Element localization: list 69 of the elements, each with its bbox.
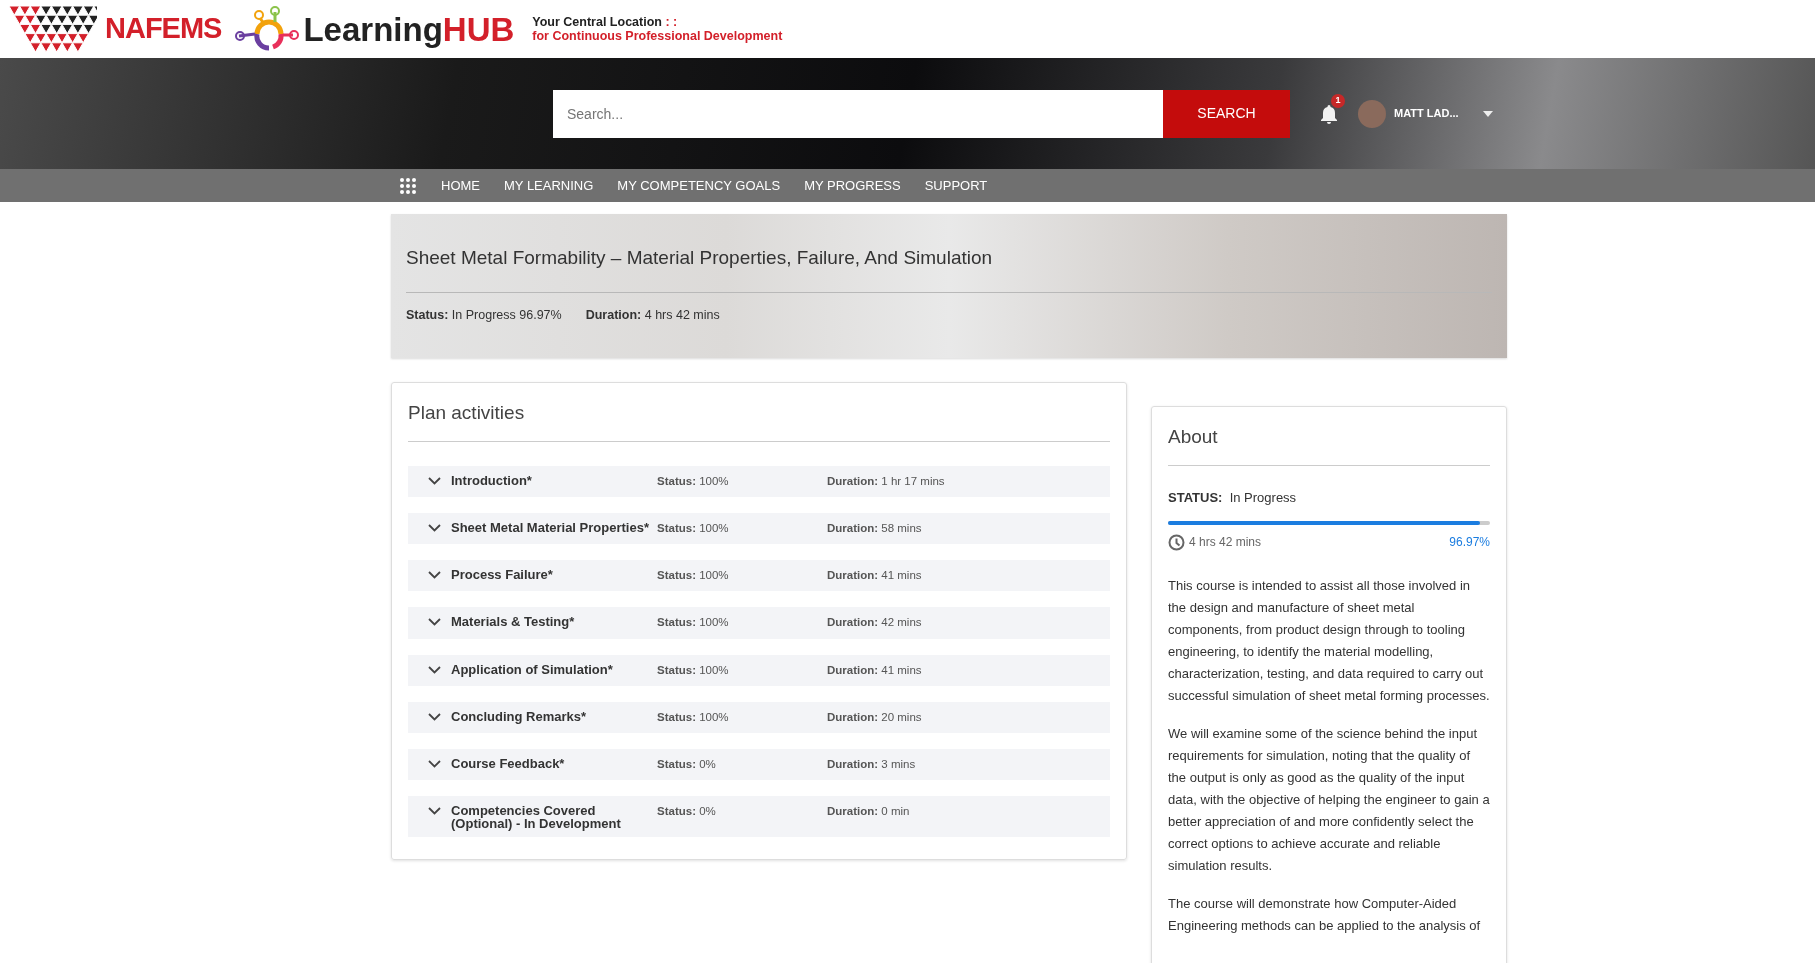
activity-status: Status: 0% [657, 757, 717, 772]
description-paragraph: We will examine some of the science behind the input requirements for simulation, noting that the quality of the output is only as good as the quality of the input data, with the objective of helping the engineer to gain a better appreciation of and more confidently select the correct options to achieve accurate and reliable simulation results. [1168, 725, 1490, 875]
activity-status: Status: 100% [657, 520, 730, 536]
chevron-down-icon[interactable] [428, 807, 441, 816]
activity-status: Status: 100% [657, 709, 730, 725]
about-status: STATUS: In Progress [1168, 488, 1298, 507]
notification-bell-icon[interactable] [1320, 104, 1338, 125]
card-title: Plan activities [408, 401, 526, 425]
activity-duration: Duration: 0 min [827, 804, 910, 820]
brand-name: NAFEMS [105, 11, 222, 47]
nav-link[interactable]: MY LEARNING [504, 175, 594, 196]
activity-status: Status: 100% [657, 662, 730, 678]
course-duration: Duration: 4 hrs 42 mins [585, 306, 720, 324]
activity-duration: Duration: 41 mins [827, 568, 922, 583]
activity-row[interactable]: Concluding Remarks* Status: 100% Duration: 20 mins [408, 701, 1110, 733]
nav-link[interactable]: HOME [441, 175, 480, 196]
notification-count: 1 [1331, 93, 1345, 108]
activity-status: Status: 100% [657, 615, 730, 631]
activity-row[interactable]: Application of Simulation* Status: 100% Duration: 41 mins [408, 654, 1110, 686]
activity-name: Sheet Metal Material Properties* [451, 519, 650, 534]
activity-duration: Duration: 42 mins [827, 615, 922, 631]
activity-duration: Duration: 58 mins [827, 520, 922, 536]
search-field[interactable]: Search... [553, 89, 1163, 138]
activity-row[interactable]: Course Feedback* Status: 0% Duration: 3 mins [408, 749, 1110, 781]
learning-hub-logo-text: LearningHUB [303, 12, 515, 46]
clock-icon [1168, 533, 1185, 551]
caret-icon[interactable] [1482, 110, 1493, 117]
course-title: Sheet Metal Formability – Material Properties, Failure, And Simulation [406, 246, 994, 270]
molecule-logo-icon [235, 6, 300, 52]
search-button[interactable]: SEARCH [1163, 89, 1290, 138]
activity-name: Competencies Covered (Optional) - In Development [451, 803, 622, 831]
activity-row[interactable]: Introduction* Status: 100% Duration: 1 hr 17 mins [408, 465, 1110, 497]
chevron-down-icon[interactable] [428, 665, 441, 674]
nav-link[interactable]: MY COMPETENCY GOALS [617, 175, 781, 196]
card-title: About [1168, 425, 1219, 449]
activity-duration: Duration: 3 mins [827, 757, 916, 772]
triangle-grid-logo-icon [9, 6, 97, 52]
progress-percent: 96.97% [1449, 534, 1490, 551]
activity-row[interactable]: Process Failure* Status: 100% Duration: 41 mins [408, 560, 1110, 592]
chevron-down-icon[interactable] [428, 523, 441, 532]
activity-status: Status: 0% [657, 804, 717, 820]
activity-row[interactable]: Sheet Metal Material Properties* Status: 100% Duration: 58 mins [408, 512, 1110, 544]
apps-grid-icon[interactable] [399, 176, 417, 195]
activity-name: Process Failure* [451, 567, 554, 581]
about-duration: 4 hrs 42 mins [1189, 534, 1262, 551]
activity-status: Status: 100% [657, 473, 730, 489]
activity-status: Status: 100% [657, 568, 730, 583]
activity-name: Application of Simulation* [451, 661, 614, 676]
user-name[interactable]: MATT LAD... [1394, 105, 1459, 122]
activity-name: Concluding Remarks* [451, 708, 588, 723]
chevron-down-icon[interactable] [428, 760, 441, 768]
chevron-down-icon[interactable] [428, 618, 441, 627]
activity-duration: Duration: 20 mins [827, 709, 922, 725]
chevron-down-icon[interactable] [428, 712, 441, 721]
tagline: Your Central Location : : for Continuous Professional Development [532, 15, 783, 43]
activity-row[interactable]: Materials & Testing* Status: 100% Duration: 42 mins [408, 607, 1110, 639]
description-paragraph: The course will demonstrate how Computer-Aided Engineering methods can be applied to the analysis of [1168, 895, 1482, 935]
activity-row[interactable]: Competencies Covered (Optional) - In Development Status: 0% Duration: 0 min [408, 796, 1110, 838]
activity-duration: Duration: 1 hr 17 mins [827, 473, 945, 489]
chevron-down-icon[interactable] [428, 476, 441, 485]
nav-link[interactable]: SUPPORT [924, 175, 988, 196]
activity-name: Course Feedback* [451, 756, 566, 770]
description-paragraph: This course is intended to assist all those involved in the design and manufacture of sheet metal components, from product design through to tooling engineering, to identify the material modelling, characterization, testing, and data required to carry out successful simulation of sheet metal forming processes. [1168, 577, 1490, 705]
chevron-down-icon[interactable] [428, 571, 441, 579]
activity-name: Materials & Testing* [451, 614, 576, 629]
activity-name: Introduction* [451, 472, 533, 487]
course-status: Status: In Progress 96.97% [406, 306, 562, 324]
activity-duration: Duration: 41 mins [827, 662, 922, 678]
nav-link[interactable]: MY PROGRESS [804, 175, 901, 196]
